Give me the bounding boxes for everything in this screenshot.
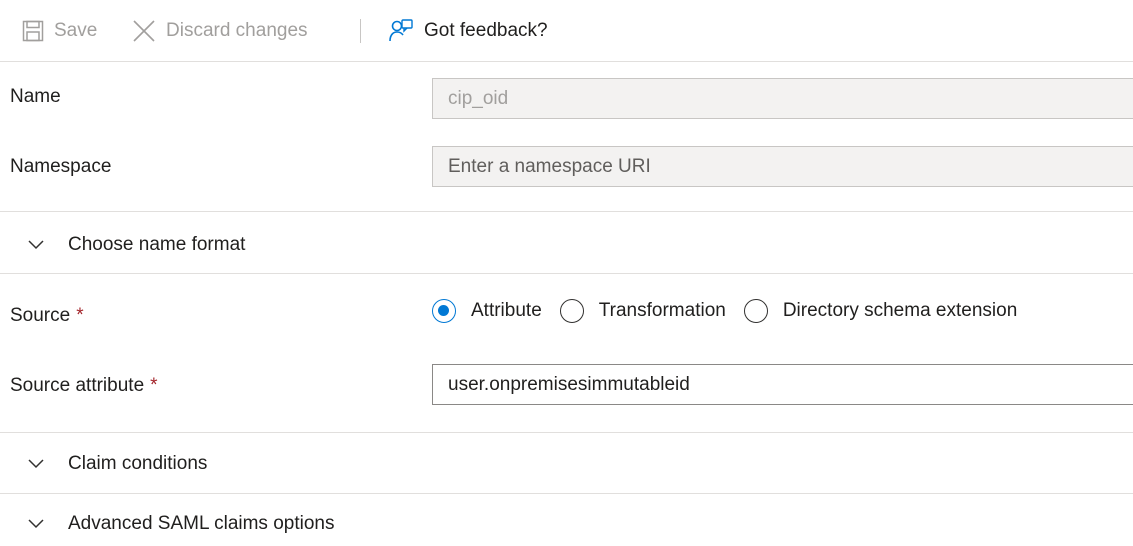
namespace-field[interactable]: Enter a namespace URI bbox=[432, 146, 1133, 187]
required-marker: * bbox=[76, 305, 84, 326]
radio-transformation-label: Transformation bbox=[598, 300, 726, 321]
claim-conditions-expander[interactable]: Claim conditions bbox=[28, 449, 207, 479]
source-attribute-combobox[interactable]: user.onpremisesimmutableid bbox=[432, 364, 1133, 405]
feedback-label: Got feedback? bbox=[424, 20, 548, 41]
radio-directory-schema-extension-label: Directory schema extension bbox=[782, 300, 1018, 321]
divider bbox=[0, 273, 1133, 274]
namespace-placeholder: Enter a namespace URI bbox=[448, 155, 651, 177]
name-field-value: cip_oid bbox=[448, 87, 509, 109]
choose-name-format-expander[interactable]: Choose name format bbox=[28, 230, 245, 260]
radio-attribute-label: Attribute bbox=[471, 300, 542, 321]
radio-unselected-icon bbox=[559, 299, 584, 323]
source-attribute-label-text: Source attribute bbox=[10, 375, 145, 396]
feedback-button[interactable]: Got feedback? bbox=[388, 11, 548, 51]
divider bbox=[0, 211, 1133, 212]
feedback-icon bbox=[388, 18, 414, 44]
source-label-text: Source bbox=[10, 305, 71, 326]
namespace-label-text: Namespace bbox=[10, 156, 112, 177]
claim-conditions-label: Claim conditions bbox=[68, 453, 208, 474]
radio-selected-icon bbox=[432, 299, 456, 323]
required-marker: * bbox=[150, 375, 158, 396]
save-icon bbox=[22, 20, 44, 42]
radio-attribute[interactable]: Attribute bbox=[432, 299, 542, 323]
chevron-down-icon bbox=[28, 519, 44, 529]
source-radio-group: Attribute Transformation Directory schem… bbox=[432, 293, 1035, 329]
namespace-label: Namespace bbox=[10, 156, 111, 178]
divider bbox=[0, 493, 1133, 494]
toolbar-separator bbox=[360, 19, 361, 43]
chevron-down-icon bbox=[28, 459, 44, 469]
source-attribute-label: Source attribute * bbox=[10, 375, 158, 397]
close-icon bbox=[132, 19, 156, 43]
discard-changes-button[interactable]: Discard changes bbox=[132, 11, 308, 51]
name-label-text: Name bbox=[10, 86, 61, 107]
choose-name-format-label: Choose name format bbox=[68, 234, 246, 255]
source-label: Source * bbox=[10, 305, 84, 327]
radio-transformation[interactable]: Transformation bbox=[559, 299, 726, 323]
advanced-saml-claims-options-expander[interactable]: Advanced SAML claims options bbox=[28, 509, 334, 539]
radio-directory-schema-extension[interactable]: Directory schema extension bbox=[743, 299, 1018, 323]
discard-changes-label: Discard changes bbox=[166, 20, 308, 41]
name-field[interactable]: cip_oid bbox=[432, 78, 1133, 119]
chevron-down-icon bbox=[28, 240, 44, 250]
divider bbox=[0, 432, 1133, 433]
source-attribute-value: user.onpremisesimmutableid bbox=[448, 373, 690, 395]
save-button[interactable]: Save bbox=[22, 11, 97, 51]
save-label: Save bbox=[54, 20, 98, 41]
name-label: Name bbox=[10, 86, 61, 108]
radio-unselected-icon bbox=[743, 299, 768, 323]
command-bar: Save Discard changes Got feedback? bbox=[0, 0, 1133, 62]
advanced-saml-claims-options-label: Advanced SAML claims options bbox=[68, 513, 335, 534]
claim-edit-page: Save Discard changes Got feedback? Name … bbox=[0, 0, 1133, 546]
